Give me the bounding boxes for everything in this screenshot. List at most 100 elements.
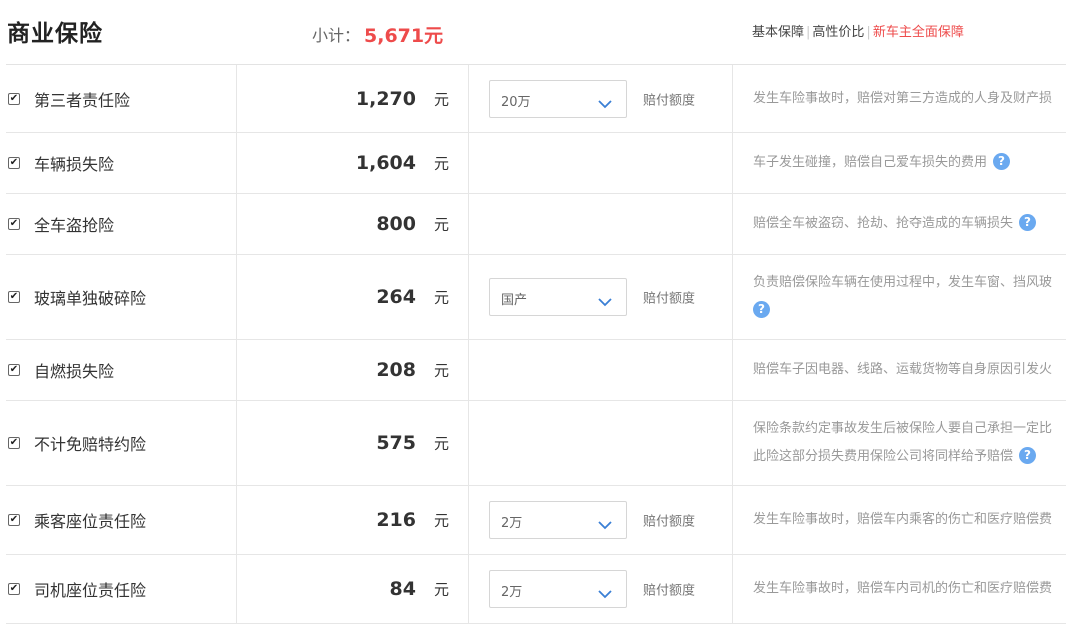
description: 发生车险事故时，赔偿车内乘客的伤亡和医疗赔偿费 bbox=[753, 506, 1052, 534]
insurance-name-cell: ✔ 不计免赔特约险 bbox=[6, 401, 237, 485]
insurance-name-cell: ✔ 玻璃单独破碎险 bbox=[6, 255, 237, 339]
coverage-cell bbox=[469, 194, 733, 254]
table-row: ✔ 不计免赔特约险 575 元 保险条款约定事故发生后被保险人要自己承担一定比此… bbox=[6, 401, 1066, 486]
coverage-select-value: 2万 bbox=[501, 516, 523, 531]
price-cell: 800 元 bbox=[237, 194, 469, 254]
description-text: 赔偿车子因电器、线路、运载货物等自身原因引发火 bbox=[753, 362, 1053, 377]
coverage-select[interactable]: 国产 bbox=[489, 278, 627, 316]
coverage-select[interactable]: 20万 bbox=[489, 79, 627, 118]
question-circle-icon[interactable]: ? bbox=[1019, 447, 1037, 464]
subtotal-value: 5,671元 bbox=[364, 25, 444, 47]
divider: | bbox=[866, 25, 871, 40]
chevron-down-icon bbox=[598, 94, 612, 113]
question-circle-icon[interactable]: ? bbox=[993, 153, 1011, 170]
price-cell: 575 元 bbox=[237, 401, 469, 485]
checkmark-icon[interactable]: ✔ bbox=[8, 583, 20, 595]
price-unit: 元 bbox=[433, 288, 449, 307]
description: 保险条款约定事故发生后被保险人要自己承担一定比 此险这部分损失费用保险公司将同样给… bbox=[753, 415, 1052, 471]
insurance-name: 第三者责任险 bbox=[34, 90, 131, 110]
price-unit: 元 bbox=[433, 90, 449, 108]
coverage-select-value: 国产 bbox=[501, 293, 528, 308]
insurance-name: 自燃损失险 bbox=[34, 362, 115, 381]
insurance-name-cell: ✔ 车辆损失险 bbox=[6, 133, 237, 193]
price-unit: 元 bbox=[433, 215, 449, 234]
description-text: 赔偿全车被盗窃、抢劫、抢夺造成的车辆损失 bbox=[753, 216, 1014, 231]
coverage-select-value: 20万 bbox=[501, 94, 531, 110]
table-row: ✔ 第三者责任险 1,270 元 20万 赔付额度 发生车险事故时，赔偿对第三方… bbox=[6, 65, 1066, 133]
chevron-down-icon bbox=[598, 515, 612, 534]
price-unit: 元 bbox=[433, 434, 449, 453]
price-cell: 216 元 bbox=[237, 486, 469, 554]
insurance-table: ✔ 第三者责任险 1,270 元 20万 赔付额度 发生车险事故时，赔偿对第三方… bbox=[6, 64, 1066, 624]
insurance-price: 575 bbox=[376, 432, 416, 454]
insurance-price: 1,270 bbox=[355, 87, 416, 110]
subtotal-label: 小计： bbox=[312, 26, 361, 45]
description-text: 发生车险事故时，赔偿对第三方造成的人身及财产损 bbox=[753, 91, 1053, 106]
insurance-name-cell: ✔ 第三者责任险 bbox=[6, 65, 237, 132]
insurance-price: 1,604 bbox=[355, 152, 416, 174]
checkmark-icon[interactable]: ✔ bbox=[8, 514, 20, 526]
insurance-name: 司机座位责任险 bbox=[34, 581, 147, 600]
price-unit: 元 bbox=[433, 154, 449, 173]
coverage-select[interactable]: 2万 bbox=[489, 570, 627, 608]
coverage-label: 赔付额度 bbox=[643, 583, 696, 599]
description-cell: 车子发生碰撞，赔偿自己爱车损失的费用? bbox=[733, 133, 1066, 193]
price-cell: 1,270 元 bbox=[237, 65, 469, 132]
price-unit: 元 bbox=[433, 580, 449, 599]
checkmark-icon[interactable]: ✔ bbox=[8, 291, 20, 303]
table-row: ✔ 全车盗抢险 800 元 赔偿全车被盗窃、抢劫、抢夺造成的车辆损失? bbox=[6, 194, 1066, 255]
coverage-cell: 国产 赔付额度 bbox=[469, 255, 733, 339]
coverage-label: 赔付额度 bbox=[643, 291, 696, 307]
description-cell: 发生车险事故时，赔偿车内乘客的伤亡和医疗赔偿费 bbox=[733, 486, 1066, 554]
checkmark-icon[interactable]: ✔ bbox=[8, 218, 20, 230]
table-row: ✔ 玻璃单独破碎险 264 元 国产 赔付额度 负责赔偿保险车辆在使用过程中，发… bbox=[6, 255, 1066, 340]
subtotal: 小计： 5,671元 bbox=[312, 20, 443, 47]
question-circle-icon[interactable]: ? bbox=[753, 301, 770, 318]
plan-option-value[interactable]: 高性价比 bbox=[812, 25, 864, 40]
checkmark-icon[interactable]: ✔ bbox=[8, 92, 20, 105]
checkmark-icon[interactable]: ✔ bbox=[8, 364, 20, 376]
checkmark-icon[interactable]: ✔ bbox=[8, 437, 20, 449]
insurance-price: 216 bbox=[376, 509, 416, 531]
table-row: ✔ 自燃损失险 208 元 赔偿车子因电器、线路、运载货物等自身原因引发火 bbox=[6, 340, 1066, 401]
description-text: 发生车险事故时，赔偿车内司机的伤亡和医疗赔偿费 bbox=[753, 581, 1053, 596]
description: 负责赔偿保险车辆在使用过程中，发生车窗、挡风玻? bbox=[753, 269, 1052, 325]
insurance-name-cell: ✔ 司机座位责任险 bbox=[6, 555, 237, 623]
table-row: ✔ 司机座位责任险 84 元 2万 赔付额度 发生车险事故时，赔偿车内司机的伤亡… bbox=[6, 555, 1066, 624]
insurance-name: 乘客座位责任险 bbox=[34, 512, 147, 531]
checkmark-icon[interactable]: ✔ bbox=[8, 157, 20, 169]
page-title: 商业保险 bbox=[7, 21, 103, 47]
insurance-name: 玻璃单独破碎险 bbox=[34, 289, 147, 308]
coverage-cell bbox=[469, 401, 733, 485]
chevron-down-icon bbox=[598, 292, 612, 311]
insurance-price: 264 bbox=[376, 286, 416, 308]
insurance-price: 800 bbox=[376, 213, 416, 235]
header: 商业保险 小计： 5,671元 基本保障 | 高性价比 | 新车主全面保障 bbox=[0, 0, 1066, 64]
plan-options: 基本保障 | 高性价比 | 新车主全面保障 bbox=[752, 21, 964, 40]
description: 赔偿全车被盗窃、抢劫、抢夺造成的车辆损失? bbox=[753, 210, 1037, 238]
description-cell: 发生车险事故时，赔偿对第三方造成的人身及财产损 bbox=[733, 65, 1066, 132]
plan-option-basic[interactable]: 基本保障 bbox=[752, 25, 804, 40]
insurance-name: 全车盗抢险 bbox=[34, 216, 115, 235]
price-cell: 208 元 bbox=[237, 340, 469, 400]
price-cell: 1,604 元 bbox=[237, 133, 469, 193]
insurance-name-cell: ✔ 全车盗抢险 bbox=[6, 194, 237, 254]
coverage-cell bbox=[469, 340, 733, 400]
insurance-name-cell: ✔ 自燃损失险 bbox=[6, 340, 237, 400]
coverage-select-value: 2万 bbox=[501, 585, 523, 600]
description-cell: 发生车险事故时，赔偿车内司机的伤亡和医疗赔偿费 bbox=[733, 555, 1066, 623]
insurance-name: 车辆损失险 bbox=[34, 155, 115, 174]
description-text: 负责赔偿保险车辆在使用过程中，发生车窗、挡风玻 bbox=[753, 275, 1053, 290]
coverage-select[interactable]: 2万 bbox=[489, 501, 627, 539]
plan-option-full[interactable]: 新车主全面保障 bbox=[873, 25, 964, 40]
description: 赔偿车子因电器、线路、运载货物等自身原因引发火 bbox=[753, 356, 1052, 384]
table-row: ✔ 乘客座位责任险 216 元 2万 赔付额度 发生车险事故时，赔偿车内乘客的伤… bbox=[6, 486, 1066, 555]
description-text: 发生车险事故时，赔偿车内乘客的伤亡和医疗赔偿费 bbox=[753, 512, 1053, 527]
question-circle-icon[interactable]: ? bbox=[1019, 214, 1037, 231]
coverage-label: 赔付额度 bbox=[643, 514, 696, 530]
coverage-cell bbox=[469, 133, 733, 193]
description-cell: 赔偿全车被盗窃、抢劫、抢夺造成的车辆损失? bbox=[733, 194, 1066, 254]
insurance-name: 不计免赔特约险 bbox=[34, 435, 147, 454]
description-text: 此险这部分损失费用保险公司将同样给予赔偿 bbox=[753, 449, 1014, 464]
price-unit: 元 bbox=[433, 511, 449, 530]
